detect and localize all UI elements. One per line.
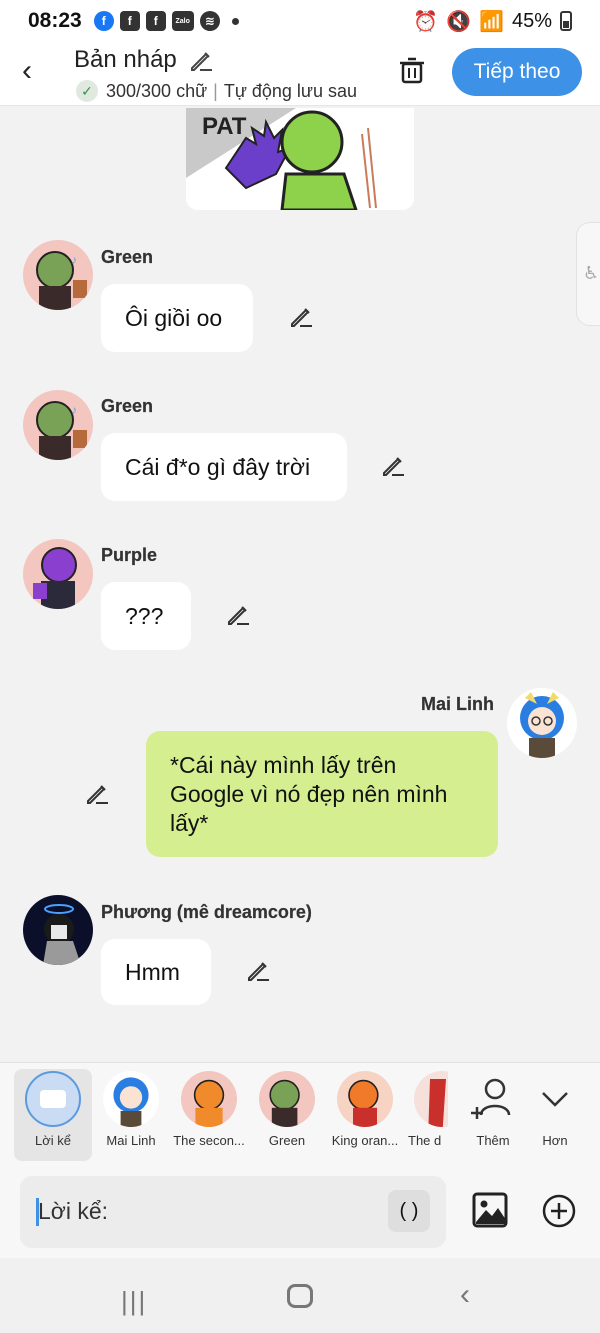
system-nav-bar: ||| ‹	[0, 1258, 600, 1333]
image-icon[interactable]	[472, 1192, 508, 1228]
character-item[interactable]: King oran...	[326, 1069, 404, 1161]
alarm-icon: ⏰	[413, 10, 439, 33]
avatar[interactable]	[23, 895, 93, 965]
character-item[interactable]: Mai Linh	[92, 1069, 170, 1161]
avatar[interactable]	[507, 688, 577, 758]
expand-label: Hơn	[542, 1133, 568, 1148]
avatar[interactable]: ♪	[23, 240, 93, 310]
character-item[interactable]: Green	[248, 1069, 326, 1161]
status-time: 08:23	[28, 9, 82, 32]
wifi-icon: 📶	[479, 10, 504, 33]
accessibility-icon: ♿	[583, 263, 600, 283]
facebook-icon: f	[145, 11, 166, 31]
svg-text:♪: ♪	[71, 403, 77, 417]
notification-dot-icon	[231, 17, 239, 25]
avatar[interactable]	[23, 539, 93, 609]
avatar[interactable]: ♪	[23, 390, 93, 460]
message-bubble[interactable]: Cái đ*o gì đây trời	[101, 433, 347, 501]
save-status: ✓ 300/300 chữ | Tự động lưu sau	[76, 80, 368, 102]
character-narrator[interactable]: Lời kể	[14, 1069, 92, 1161]
character-label: Mai Linh	[106, 1133, 156, 1148]
check-icon: ✓	[76, 80, 98, 102]
spotify-icon: ≋	[199, 11, 220, 31]
svg-text:♪: ♪	[71, 253, 77, 267]
story-image[interactable]: PAT	[186, 108, 414, 210]
edit-title-icon[interactable]	[188, 48, 214, 74]
input-placeholder: Lời kể:	[38, 1198, 109, 1224]
sender-name: Mai Linh	[421, 694, 494, 714]
sender-name: Purple	[101, 545, 158, 565]
autosave-text: Tự động lưu sau	[223, 80, 357, 101]
avatar	[259, 1071, 315, 1127]
home-icon[interactable]	[287, 1284, 313, 1308]
page-title: Bản nháp	[74, 46, 177, 73]
message-bubble[interactable]: ???	[101, 582, 191, 650]
message-bubble[interactable]: Hmm	[101, 939, 211, 1005]
divider: |	[213, 80, 218, 101]
parenthesis-button[interactable]: ( )	[388, 1190, 430, 1232]
input-bar: Lời kể: ( )	[0, 1166, 600, 1258]
word-count: 300/300 chữ	[106, 80, 208, 101]
battery-icon	[560, 11, 572, 31]
message-text: Ôi giồi oo	[125, 304, 223, 331]
narration-input[interactable]: Lời kể: ( )	[20, 1176, 446, 1248]
facebook-icon: f	[93, 11, 114, 31]
message-text: Hmm	[125, 958, 180, 985]
avatar	[181, 1071, 237, 1127]
character-label: King oran...	[331, 1133, 399, 1148]
chevron-down-icon	[542, 1092, 568, 1107]
message-text: *Cái này mình lấy trên Google vì nó đẹp …	[170, 752, 448, 836]
editor-header: ‹ Bản nháp ✓ 300/300 chữ | Tự động lưu s…	[0, 42, 600, 106]
message-bubble-own[interactable]: *Cái này mình lấy trên Google vì nó đẹp …	[146, 731, 498, 857]
edit-message-icon[interactable]	[225, 602, 251, 628]
character-label: The d	[408, 1133, 442, 1148]
back-nav-icon[interactable]: ‹	[460, 1278, 470, 1312]
recents-icon[interactable]: |||	[121, 1286, 147, 1317]
zalo-icon: Zalo	[171, 11, 194, 31]
message-text: ???	[125, 602, 164, 629]
add-icon[interactable]	[542, 1194, 576, 1228]
expand-characters-button[interactable]: Hơn	[516, 1069, 594, 1161]
avatar	[337, 1071, 393, 1127]
trash-icon[interactable]	[396, 54, 428, 86]
facebook-icon: f	[119, 11, 140, 31]
character-label: The secon...	[173, 1133, 245, 1148]
character-label: Lời kể	[35, 1133, 71, 1148]
accessibility-handle[interactable]: ♿	[576, 222, 600, 326]
next-button[interactable]: Tiếp theo	[452, 48, 582, 96]
edit-message-icon[interactable]	[380, 453, 406, 479]
avatar	[414, 1071, 448, 1127]
status-bar: 08:23 f f f Zalo ≋ ⏰ 🔇 📶 45%	[0, 0, 600, 42]
battery-percent: 45%	[511, 9, 552, 32]
mute-icon: 🔇	[446, 10, 472, 33]
character-label: Green	[268, 1133, 306, 1148]
character-picker: Lời kể Mai Linh The secon... Green King …	[0, 1062, 600, 1166]
message-bubble[interactable]: Ôi giồi oo	[101, 284, 253, 352]
back-button[interactable]: ‹	[22, 56, 52, 86]
edit-message-icon[interactable]	[84, 781, 110, 807]
edit-message-icon[interactable]	[288, 304, 314, 330]
character-item[interactable]: The d	[404, 1069, 448, 1161]
sender-name: Phương (mê dreamcore)	[101, 902, 312, 922]
edit-message-icon[interactable]	[245, 958, 271, 984]
message-text: Cái đ*o gì đây trời	[125, 453, 311, 480]
add-person-icon	[471, 1078, 511, 1119]
sender-name: Green	[101, 396, 154, 416]
avatar	[103, 1071, 159, 1127]
narrator-icon	[25, 1071, 81, 1127]
image-caption: PAT	[202, 113, 247, 140]
sender-name: Green	[101, 247, 154, 267]
character-item[interactable]: The secon...	[170, 1069, 248, 1161]
